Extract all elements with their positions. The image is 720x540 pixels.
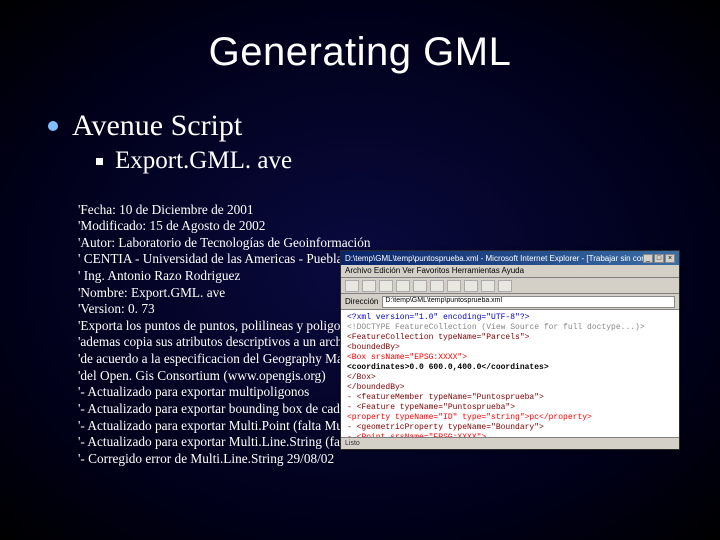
code-line: 'Nombre: Export.GML. ave [78,285,225,300]
code-line: 'del Open. Gis Consortium (www.opengis.o… [78,368,326,383]
code-line: '- Corregido error de Multi.Line.String … [78,451,334,466]
xml-node: - <geometricProperty typeName="Boundary"… [347,423,544,432]
browser-window: D:\temp\GML\temp\puntosprueba.xml - Micr… [340,250,680,450]
sub-bullet-icon [96,158,103,165]
code-line: 'ademas copia sus atributos descriptivos… [78,334,359,349]
code-line: 'Autor: Laboratorio de Tecnologías de Ge… [78,235,371,250]
code-line: 'Modificado: 15 de Agosto de 2002 [78,218,265,233]
xml-node: <coordinates>0.0 600.0,400.0</coordinate… [347,363,549,372]
code-line: '- Actualizado para exportar multipoligo… [78,384,309,399]
window-buttons: _ □ × [643,254,675,263]
xml-declaration: <?xml version="1.0" encoding="UTF-8"?> [347,313,673,323]
address-bar: Dirección D:\temp\GML\temp\puntosprueba.… [341,294,679,310]
xml-node: <property typeName="ID" type="string">pc… [347,413,592,422]
xml-node: - <Point srsName="EPSG:XXXX"> [347,433,486,437]
bullet-icon [48,121,58,131]
favorites-button[interactable] [447,280,461,292]
code-line: ' Ing. Antonio Razo Rodriguez [78,268,240,283]
stop-button[interactable] [379,280,393,292]
mail-button[interactable] [481,280,495,292]
window-titlebar: D:\temp\GML\temp\puntosprueba.xml - Micr… [341,251,679,265]
close-button[interactable]: × [665,254,675,263]
code-line: ' CENTIA - Universidad de las Americas -… [78,251,343,266]
menu-bar[interactable]: Archivo Edición Ver Favoritos Herramient… [341,265,679,278]
xml-node: - <featureMember typeName="Puntosprueba"… [347,393,544,402]
toolbar [341,278,679,294]
code-line: 'Version: 0. 73 [78,301,155,316]
bullet-text: Avenue Script [72,109,242,143]
refresh-button[interactable] [396,280,410,292]
code-line: 'de acuerdo a la especificacion del Geog… [78,351,367,366]
maximize-button[interactable]: □ [654,254,664,263]
search-button[interactable] [430,280,444,292]
print-button[interactable] [498,280,512,292]
sub-bullet-item: Export.GML. ave [96,147,672,175]
xml-node: <FeatureCollection typeName="Parcels"> [347,333,529,342]
xml-node: </Box> [347,373,376,382]
xml-node: <Box srsName="EPSG:XXXX"> [347,353,467,362]
forward-button[interactable] [362,280,376,292]
status-bar: Listo [341,437,679,449]
history-button[interactable] [464,280,478,292]
xml-node: <boundedBy> [347,343,400,352]
xml-node: - <Feature typeName="Puntosprueba"> [347,403,515,412]
bullet-item: Avenue Script [48,109,672,143]
address-label: Dirección [345,297,378,306]
slide-title: Generating GML [0,0,720,75]
address-input[interactable]: D:\temp\GML\temp\puntosprueba.xml [382,296,675,308]
xml-node: </boundedBy> [347,383,405,392]
code-line: 'Exporta los puntos de puntos, polilinea… [78,318,359,333]
browser-viewport: <?xml version="1.0" encoding="UTF-8"?> <… [341,310,679,437]
back-button[interactable] [345,280,359,292]
code-line: 'Fecha: 10 de Diciembre de 2001 [78,202,254,217]
home-button[interactable] [413,280,427,292]
minimize-button[interactable]: _ [643,254,653,263]
window-title: D:\temp\GML\temp\puntosprueba.xml - Micr… [345,254,643,263]
xml-doctype: <!DOCTYPE FeatureCollection (View Source… [347,323,673,333]
sub-bullet-text: Export.GML. ave [115,147,292,175]
